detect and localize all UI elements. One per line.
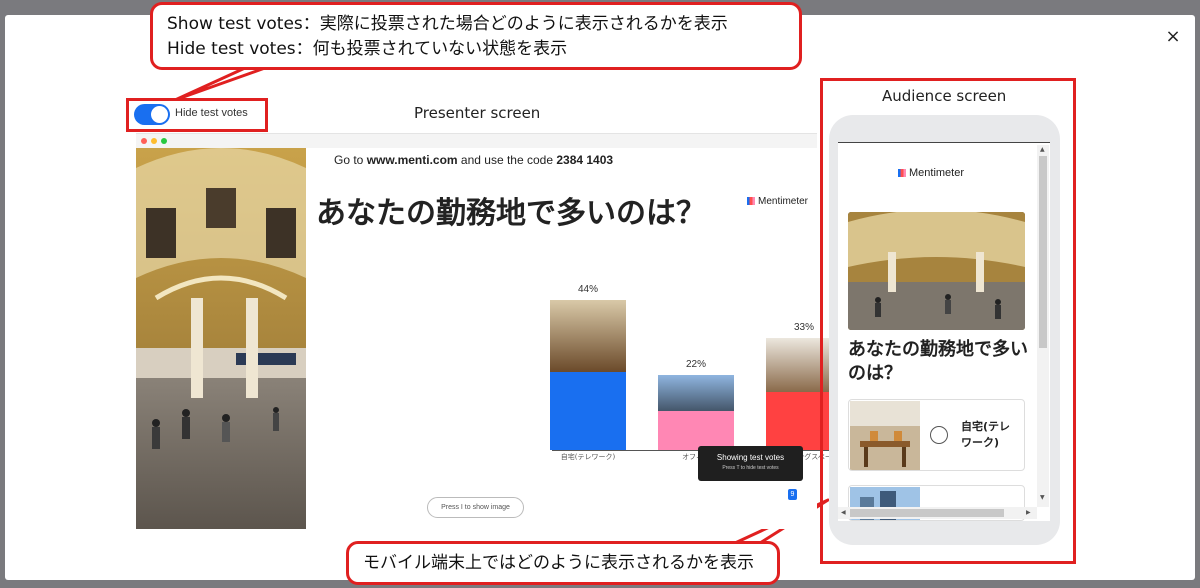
audience-question-title: あなたの勤務地で多いのは？ [848,339,1028,384]
scroll-left-arrow-icon[interactable]: ◀ [841,509,846,516]
scroll-right-arrow-icon[interactable]: ▶ [1026,509,1031,516]
scroll-up-arrow-icon[interactable]: ▲ [1040,146,1045,153]
join-instruction: Go to www.menti.com and use the code 238… [334,153,613,167]
question-title: あなたの勤務地で多いのは？ [316,196,706,231]
mentimeter-logo-icon [898,169,906,177]
bar-image [658,375,734,411]
mentimeter-logo-icon [747,197,755,205]
bar-category-label: 自宅(テレワーク) [560,453,616,461]
bar-fill [658,411,734,450]
scroll-down-arrow-icon[interactable]: ▼ [1040,494,1045,501]
join-code: 2384 1403 [556,153,614,167]
test-votes-toast: Showing test votes Press T to hide test … [698,446,803,481]
join-prefix: Go to [334,153,367,167]
callout-mobile-explanation: モバイル端末上ではどのように表示されるかを表示 [346,541,780,585]
show-image-button[interactable]: Press I to show image [427,497,524,518]
browser-bar [136,134,817,148]
bar-value-label: 22% [685,359,706,370]
window-close-dot [141,138,147,144]
chart-bar: 22% [658,359,734,450]
chart-bar: 44% [550,284,626,450]
audience-question-image [848,212,1025,330]
audience-option-1[interactable]: 自宅(テレワーク) [848,399,1025,471]
toggle-label: Hide test votes [175,107,248,119]
test-votes-toggle[interactable] [134,104,170,125]
toast-hint: Press T to hide test votes [722,465,779,471]
join-url: www.menti.com [366,153,458,167]
presenter-screen-title: Presenter screen [414,104,541,122]
join-mid: and use the code [457,153,557,167]
station-photo [136,148,306,529]
audience-logo: Mentimeter [898,167,964,179]
bar-image [550,300,626,372]
vertical-scroll-thumb[interactable] [1039,156,1047,348]
toggle-knob [151,106,168,123]
window-maximize-dot [161,138,167,144]
radio-icon[interactable] [930,426,948,444]
mentimeter-logo: Mentimeter [747,196,808,207]
callout-line-hide: Hide test votes：何も投票されていない状態を表示 [167,39,568,59]
callout-toggle-explanation: Show test votes：実際に投票された場合どのように表示されるかを表示… [150,2,802,70]
callout-line-show: Show test votes：実際に投票された場合どのように表示されるかを表示 [167,14,728,34]
bar-fill [550,372,626,450]
toast-title: Showing test votes [716,453,785,462]
option-image [850,401,920,470]
response-count-badge: 9 [788,489,797,500]
horizontal-scroll-thumb[interactable] [850,509,1004,517]
bar-value-label: 44% [577,284,598,295]
option-label: 自宅(テレワーク) [961,420,1011,449]
audience-logo-text: Mentimeter [909,167,965,179]
logo-text: Mentimeter [758,196,809,207]
window-minimize-dot [151,138,157,144]
